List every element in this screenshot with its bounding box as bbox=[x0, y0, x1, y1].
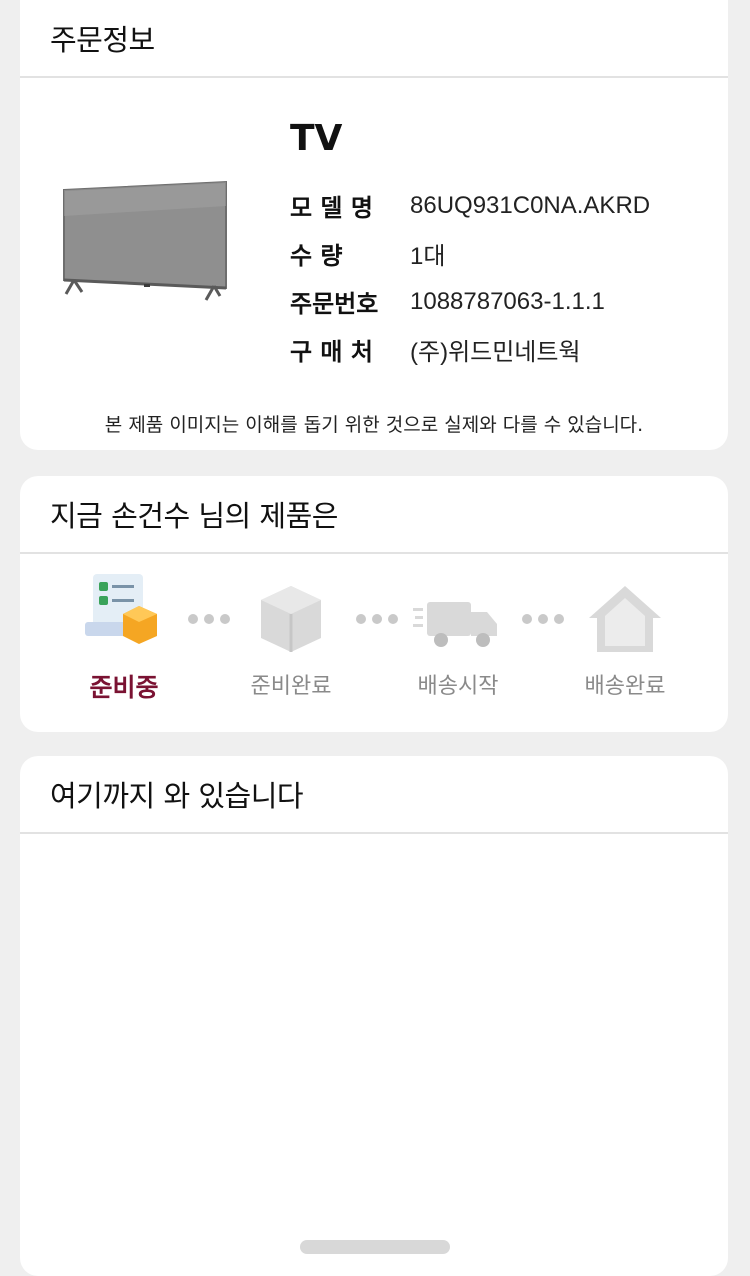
checklist-box-icon bbox=[54, 556, 194, 660]
step-delivered-label: 배송완료 bbox=[584, 674, 666, 699]
house-icon bbox=[555, 556, 695, 660]
model-label: 모 델 명 bbox=[290, 194, 373, 222]
step-shipping-label: 배송시작 bbox=[417, 674, 499, 699]
order-info-card: 주문정보 TV 모 델 명 86UQ931C0NA.AKRD 수 량 1대 주문… bbox=[20, 0, 728, 450]
seller-row: 구 매 처 (주)위드민네트웍 bbox=[290, 332, 581, 367]
delivery-status-card: 지금 손건수 님의 제품은 준비중 준비완료 배송시작 배송완료 bbox=[20, 476, 728, 732]
quantity-value: 1대 bbox=[410, 243, 446, 270]
step-preparing: 준비중 bbox=[54, 556, 194, 704]
tv-product-image bbox=[60, 176, 260, 310]
step-ready-label: 준비완료 bbox=[250, 674, 332, 699]
delivery-truck-icon bbox=[388, 556, 528, 660]
delivery-progress: 준비중 준비완료 배송시작 배송완료 bbox=[20, 556, 728, 732]
order-number-row: 주문번호 1088787063-1.1.1 bbox=[290, 284, 605, 319]
status-title: 지금 손건수 님의 제품은 bbox=[20, 476, 728, 554]
quantity-row: 수 량 1대 bbox=[290, 236, 445, 271]
step-delivered: 배송완료 bbox=[555, 556, 695, 700]
delivery-location-card: 여기까지 와 있습니다 bbox=[20, 756, 728, 1276]
step-ready: 준비완료 bbox=[221, 556, 361, 700]
seller-value: (주)위드민네트웍 bbox=[410, 339, 581, 366]
order-number-value: 1088787063-1.1.1 bbox=[410, 287, 605, 315]
order-info-title: 주문정보 bbox=[20, 0, 728, 78]
box-icon bbox=[221, 556, 361, 660]
order-number-label: 주문번호 bbox=[290, 290, 379, 318]
location-title: 여기까지 와 있습니다 bbox=[20, 756, 728, 834]
quantity-label: 수 량 bbox=[290, 242, 343, 270]
image-disclaimer: 본 제품 이미지는 이해를 돕기 위한 것으로 실제와 다를 수 있습니다. bbox=[104, 414, 644, 436]
model-row: 모 델 명 86UQ931C0NA.AKRD bbox=[290, 188, 650, 223]
product-name: TV bbox=[290, 118, 343, 159]
step-preparing-label: 준비중 bbox=[89, 673, 159, 702]
model-value: 86UQ931C0NA.AKRD bbox=[410, 191, 651, 219]
bottom-sheet-handle[interactable] bbox=[300, 1240, 450, 1254]
step-shipping: 배송시작 bbox=[388, 556, 528, 700]
seller-label: 구 매 처 bbox=[290, 338, 373, 366]
